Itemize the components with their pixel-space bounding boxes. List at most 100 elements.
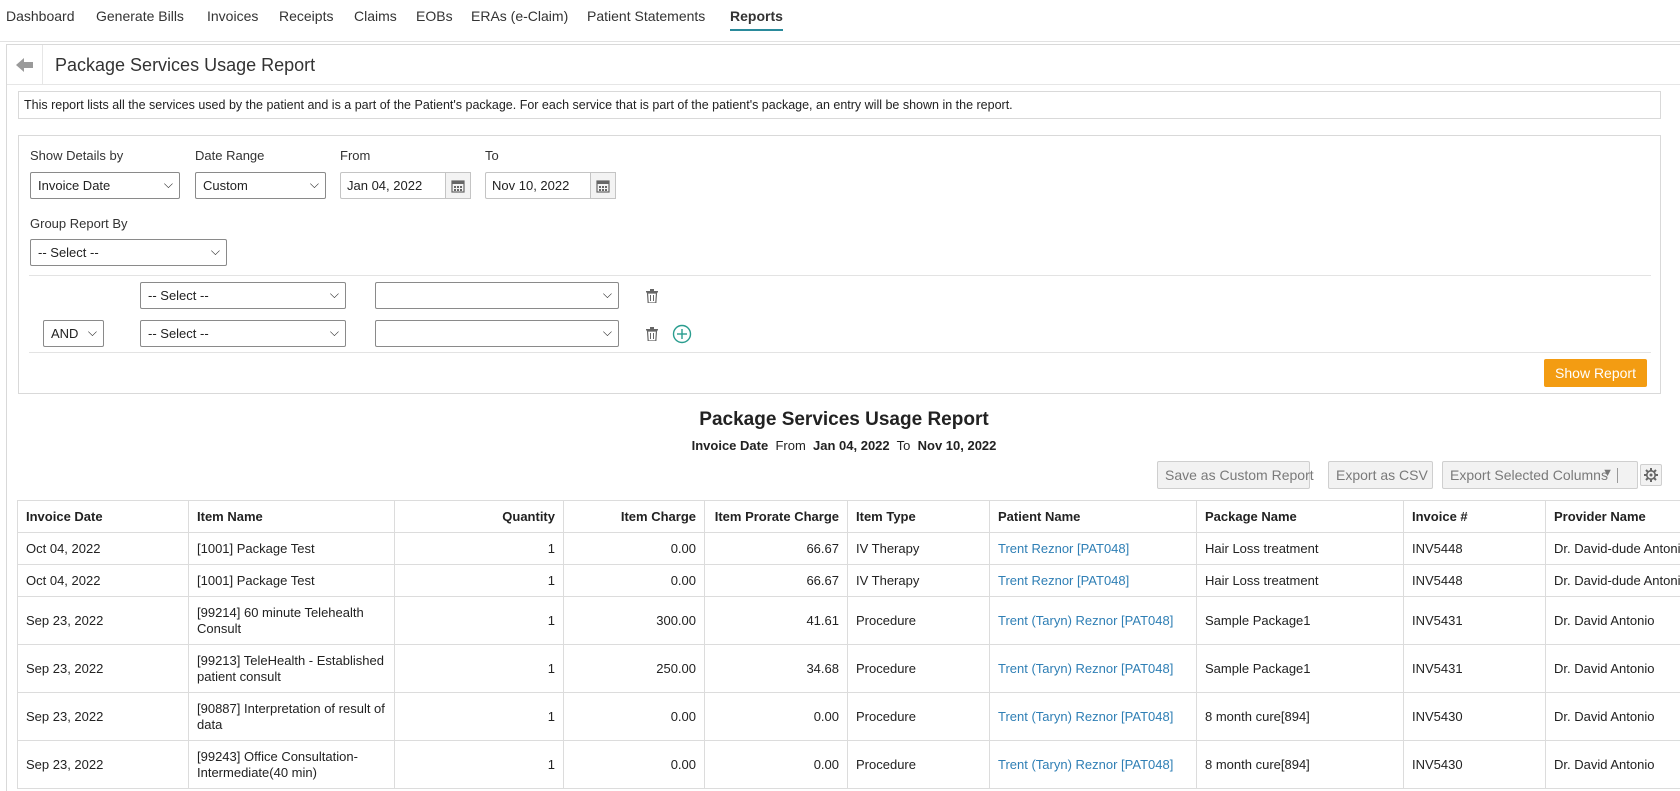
tab-eras[interactable]: ERAs (e-Claim) [471, 8, 568, 24]
col-item-charge[interactable]: Item Charge [563, 500, 705, 533]
col-invoice-number[interactable]: Invoice # [1403, 500, 1546, 533]
cell-item-type: Procedure [847, 740, 990, 789]
group-by-select[interactable]: -- Select -- ⌵ [30, 239, 227, 266]
condition-operator-select[interactable]: AND ⌵ [43, 320, 104, 347]
cell-patient-name: Trent (Taryn) Reznor [PAT048] [989, 740, 1197, 789]
cell-item-charge: 0.00 [563, 564, 705, 597]
from-date-input[interactable]: Jan 04, 2022 [340, 172, 471, 199]
cell-quantity: 1 [394, 692, 564, 741]
calendar-icon[interactable] [590, 172, 616, 199]
cell-package-name: 8 month cure[894] [1196, 740, 1404, 789]
condition-field-select[interactable]: -- Select -- ⌵ [140, 282, 346, 309]
calendar-icon[interactable] [445, 172, 471, 199]
divider [1617, 468, 1618, 483]
cell-patient-name: Trent (Taryn) Reznor [PAT048] [989, 644, 1197, 693]
report-to-label: To [896, 438, 911, 453]
cell-item-charge: 300.00 [563, 596, 705, 645]
save-custom-report-button[interactable]: Save as Custom Report [1157, 461, 1314, 489]
cell-invoice-number: INV5431 [1403, 596, 1546, 645]
back-button[interactable] [7, 45, 43, 85]
cell-item-name: [1001] Package Test [188, 532, 395, 565]
to-date-input[interactable]: Nov 10, 2022 [485, 172, 616, 199]
arrow-left-icon [15, 58, 33, 72]
from-label: From [340, 148, 371, 163]
title-bar: Package Services Usage Report [7, 45, 1680, 85]
patient-link[interactable]: Trent (Taryn) Reznor [PAT048] [998, 661, 1173, 676]
cell-invoice-number: INV5430 [1403, 692, 1546, 741]
col-item-name[interactable]: Item Name [188, 500, 395, 533]
cell-prorate-charge: 0.00 [704, 692, 848, 741]
cell-quantity: 1 [394, 740, 564, 789]
cell-patient-name: Trent (Taryn) Reznor [PAT048] [989, 692, 1197, 741]
to-date-value: Nov 10, 2022 [492, 178, 570, 193]
cell-invoice-number: INV5448 [1403, 564, 1546, 597]
date-range-select[interactable]: Custom ⌵ [195, 172, 326, 199]
export-csv-button[interactable]: Export as CSV [1328, 461, 1433, 489]
show-details-value: Invoice Date [38, 178, 111, 193]
cell-item-name: [99213] TeleHealth - Established patient… [188, 644, 395, 693]
cell-invoice-number: INV5431 [1403, 644, 1546, 693]
cell-item-type: Procedure [847, 596, 990, 645]
cell-patient-name: Trent Reznor [PAT048] [989, 532, 1197, 565]
col-package-name[interactable]: Package Name [1196, 500, 1404, 533]
cell-package-name: Sample Package1 [1196, 644, 1404, 693]
filter-panel: Show Details by Invoice Date ⌵ Date Rang… [18, 135, 1661, 394]
report-date-field: Invoice Date [691, 438, 769, 453]
add-condition-icon[interactable] [671, 323, 693, 345]
condition-value-select[interactable]: ⌵ [375, 320, 619, 347]
cell-quantity: 1 [394, 564, 564, 597]
cell-package-name: Hair Loss treatment [1196, 564, 1404, 597]
cell-provider-name: Dr. David Antonio [1545, 740, 1680, 789]
gear-icon[interactable] [1640, 464, 1662, 486]
patient-link[interactable]: Trent (Taryn) Reznor [PAT048] [998, 613, 1173, 628]
cell-item-charge: 0.00 [563, 740, 705, 789]
show-report-button[interactable]: Show Report [1544, 359, 1647, 387]
col-item-type[interactable]: Item Type [847, 500, 990, 533]
tab-eobs[interactable]: EOBs [416, 8, 453, 24]
tab-dashboard[interactable]: Dashboard [6, 8, 75, 24]
cell-provider-name: Dr. David-dude Antonio [1545, 564, 1680, 597]
tab-reports[interactable]: Reports [730, 8, 783, 31]
chevron-down-icon: ⌵ [163, 177, 173, 191]
table-row: Sep 23, 2022 [99213] TeleHealth - Establ… [17, 644, 1680, 693]
top-nav: Dashboard Generate Bills Invoices Receip… [0, 0, 1680, 42]
trash-icon[interactable] [642, 324, 662, 344]
show-details-select[interactable]: Invoice Date ⌵ [30, 172, 180, 199]
cell-item-type: IV Therapy [847, 532, 990, 565]
chevron-down-icon: ⌵ [309, 177, 319, 191]
chevron-down-icon: ⌵ [602, 287, 612, 301]
col-item-prorate-charge[interactable]: Item Prorate Charge [704, 500, 848, 533]
cell-prorate-charge: 66.67 [704, 532, 848, 565]
col-patient-name[interactable]: Patient Name [989, 500, 1197, 533]
table-row: Oct 04, 2022 [1001] Package Test 1 0.00 … [17, 532, 1680, 565]
cell-item-charge: 250.00 [563, 644, 705, 693]
condition-field-select[interactable]: -- Select -- ⌵ [140, 320, 346, 347]
patient-link[interactable]: Trent (Taryn) Reznor [PAT048] [998, 709, 1173, 724]
col-quantity[interactable]: Quantity [394, 500, 564, 533]
patient-link[interactable]: Trent (Taryn) Reznor [PAT048] [998, 757, 1173, 772]
col-provider-name[interactable]: Provider Name [1545, 500, 1680, 533]
tab-invoices[interactable]: Invoices [207, 8, 258, 24]
patient-link[interactable]: Trent Reznor [PAT048] [998, 541, 1129, 556]
cell-item-charge: 0.00 [563, 532, 705, 565]
condition-field-value: -- Select -- [148, 326, 209, 341]
report-from-label: From [775, 438, 806, 453]
chevron-down-icon: ⌵ [329, 287, 339, 301]
export-selected-columns-button[interactable]: Export Selected Columns ▼ [1442, 461, 1638, 489]
tab-claims[interactable]: Claims [354, 8, 397, 24]
trash-icon[interactable] [642, 286, 662, 306]
table-row: Oct 04, 2022 [1001] Package Test 1 0.00 … [17, 564, 1680, 597]
condition-value-select[interactable]: ⌵ [375, 282, 619, 309]
cell-invoice-date: Sep 23, 2022 [17, 644, 189, 693]
tab-receipts[interactable]: Receipts [279, 8, 333, 24]
tab-generate-bills[interactable]: Generate Bills [96, 8, 184, 24]
cell-package-name: Hair Loss treatment [1196, 532, 1404, 565]
report-title: Package Services Usage Report [699, 409, 989, 430]
tab-patient-statements[interactable]: Patient Statements [587, 8, 705, 24]
caret-down-icon: ▼ [1602, 467, 1613, 479]
col-invoice-date[interactable]: Invoice Date [17, 500, 189, 533]
patient-link[interactable]: Trent Reznor [PAT048] [998, 573, 1129, 588]
table-row: Sep 23, 2022 [99243] Office Consultation… [17, 740, 1680, 789]
cell-item-charge: 0.00 [563, 692, 705, 741]
table-row: Sep 23, 2022 [90887] Interpretation of r… [17, 692, 1680, 741]
